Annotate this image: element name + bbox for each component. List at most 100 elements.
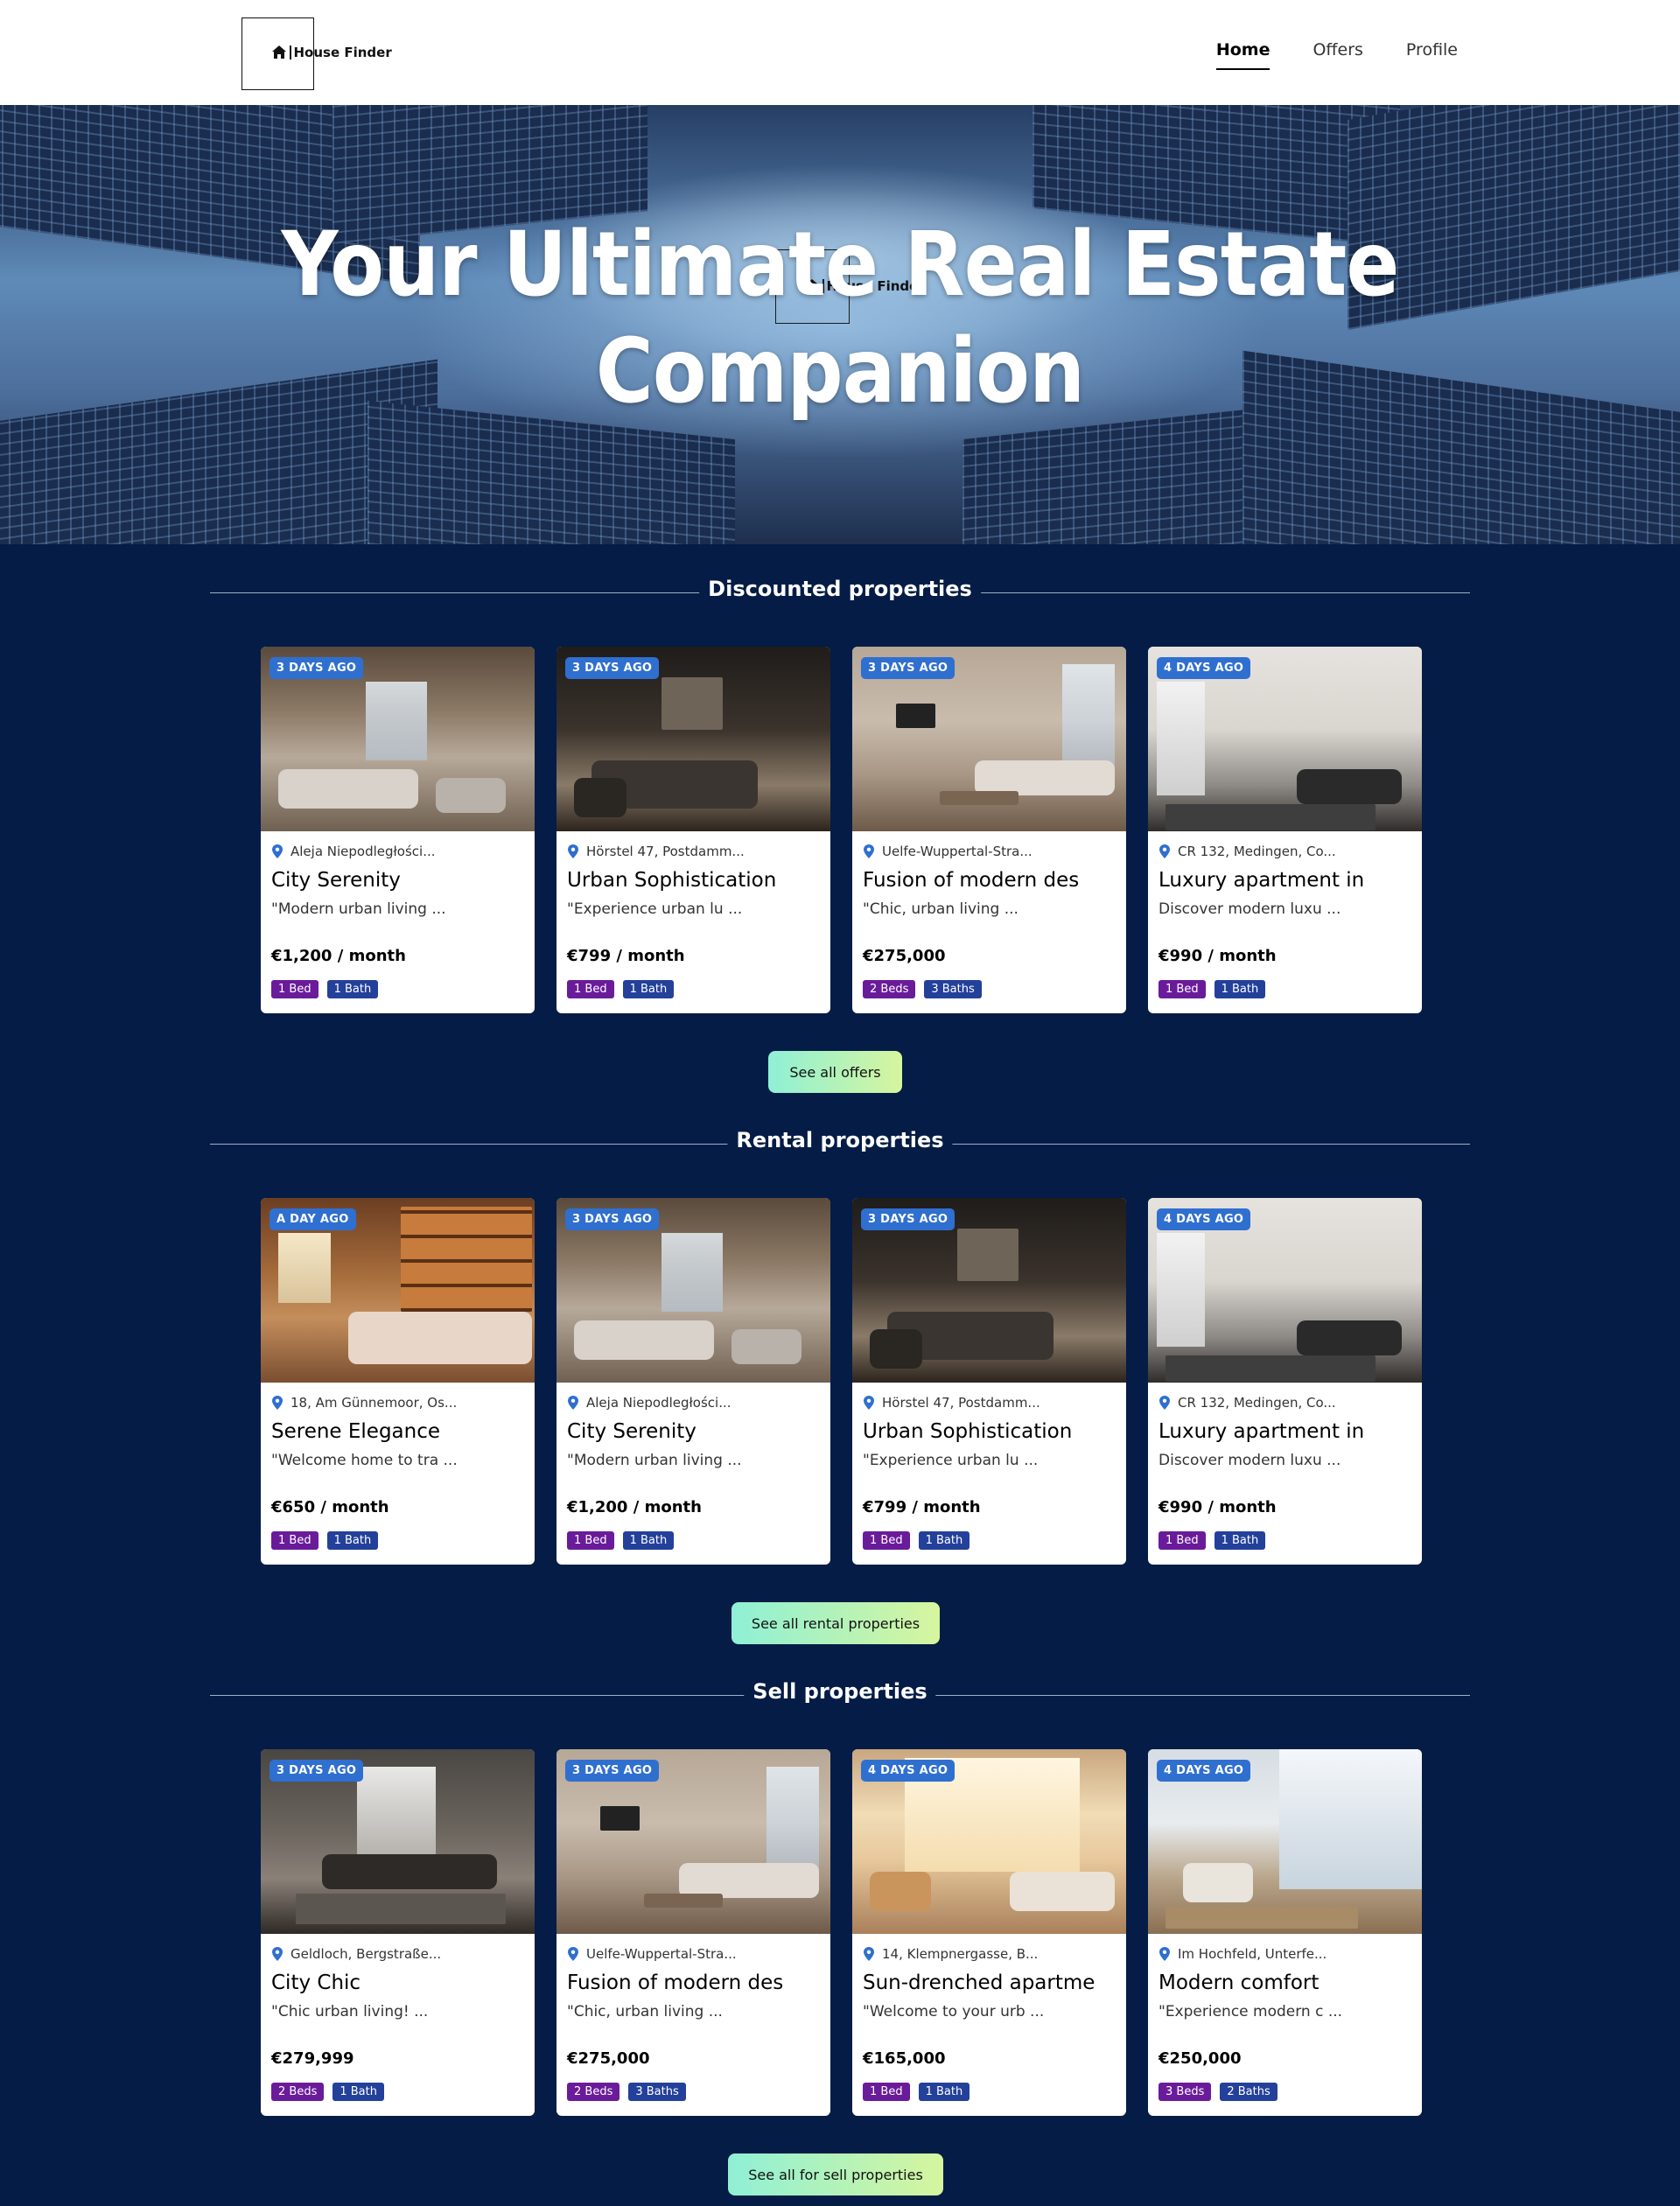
property-image[interactable]: 4 DAYS AGO <box>1148 647 1422 831</box>
property-name[interactable]: City Chic <box>271 1971 360 1994</box>
window <box>662 1233 723 1312</box>
location-text: Uelfe-Wuppertal-Stra... <box>882 844 1032 859</box>
rug <box>1166 1907 1358 1929</box>
window <box>366 682 427 760</box>
beds-tag: 2 Beds <box>863 980 916 998</box>
sofa <box>1297 769 1402 804</box>
see-all-button[interactable]: See all offers <box>768 1051 902 1093</box>
property-card-list: 3 DAYS AGO Geldloch, Bergstraße... City Ch… <box>261 1749 1422 2116</box>
property-card[interactable]: 4 DAYS AGO Im Hochfeld, Unterfe... Modern … <box>1148 1749 1422 2116</box>
property-name[interactable]: Luxury apartment in <box>1158 869 1364 892</box>
nav-offers[interactable]: Offers <box>1312 40 1362 70</box>
chair <box>870 1329 922 1369</box>
beds-tag: 1 Bed <box>271 980 318 998</box>
property-name[interactable]: Urban Sophistication <box>863 1420 1072 1443</box>
property-card[interactable]: 4 DAYS AGO CR 132, Medingen, Co... Luxury … <box>1148 1198 1422 1565</box>
bed <box>278 769 418 809</box>
property-image[interactable]: 3 DAYS AGO <box>852 647 1126 831</box>
posted-badge: 3 DAYS AGO <box>565 1208 660 1230</box>
window <box>1279 1749 1422 1889</box>
baths-tag: 1 Bath <box>326 980 379 998</box>
property-image[interactable]: 3 DAYS AGO <box>261 1749 535 1934</box>
beds-tag: 1 Bed <box>567 1531 614 1550</box>
property-image[interactable]: 3 DAYS AGO <box>556 647 830 831</box>
property-price: €250,000 <box>1158 2049 1242 2068</box>
property-image[interactable]: 3 DAYS AGO <box>261 647 535 831</box>
window <box>278 1233 331 1303</box>
property-name[interactable]: Urban Sophistication <box>567 869 776 892</box>
property-card[interactable]: 4 DAYS AGO CR 132, Medingen, Co... Luxury … <box>1148 647 1422 1013</box>
posted-badge: 3 DAYS AGO <box>270 657 364 679</box>
baths-tag: 3 Baths <box>628 2083 686 2101</box>
property-card[interactable]: 3 DAYS AGO Uelfe-Wuppertal-Stra... Fusion … <box>852 647 1126 1013</box>
property-tags: 2 Beds 3 Baths <box>863 980 982 998</box>
property-location: 18, Am Günnemoor, Os... <box>271 1395 457 1411</box>
location-text: Geldloch, Bergstraße... <box>290 1946 442 1962</box>
property-price: €799 / month <box>863 1498 981 1516</box>
property-card[interactable]: 3 DAYS AGO Hörstel 47, Postdamm... Urban S… <box>556 647 830 1013</box>
property-image[interactable]: 4 DAYS AGO <box>1148 1749 1422 1934</box>
rug <box>1166 1355 1376 1382</box>
location-text: 18, Am Günnemoor, Os... <box>290 1395 458 1411</box>
posted-badge: 4 DAYS AGO <box>1157 657 1251 679</box>
see-all-button[interactable]: See all for sell properties <box>728 2153 943 2195</box>
location-pin-icon <box>1159 844 1170 858</box>
posted-badge: 3 DAYS AGO <box>861 1208 956 1230</box>
main-nav: Home Offers Profile <box>1215 40 1458 70</box>
property-card[interactable]: 3 DAYS AGO Uelfe-Wuppertal-Stra... Fusion … <box>556 1749 830 2116</box>
property-image[interactable]: 3 DAYS AGO <box>556 1749 830 1934</box>
property-name[interactable]: Fusion of modern des <box>567 1971 783 1994</box>
posted-badge: 4 DAYS AGO <box>1157 1208 1251 1230</box>
baths-tag: 1 Bath <box>918 1531 970 1550</box>
tv <box>896 704 935 728</box>
nav-home[interactable]: Home <box>1215 40 1270 70</box>
property-name[interactable]: Fusion of modern des <box>863 869 1079 892</box>
location-pin-icon <box>1159 1947 1170 1961</box>
logo[interactable]: House Finder <box>270 44 392 61</box>
baths-tag: 1 Bath <box>622 980 675 998</box>
location-text: Im Hochfeld, Unterfe... <box>1178 1946 1327 1962</box>
rug <box>1166 804 1376 830</box>
property-image[interactable]: 4 DAYS AGO <box>1148 1198 1422 1383</box>
sofa <box>1297 1320 1402 1355</box>
shelf <box>401 1207 532 1312</box>
window <box>1062 664 1115 769</box>
beds-tag: 1 Bed <box>567 980 614 998</box>
property-card[interactable]: 3 DAYS AGO Hörstel 47, Postdamm... Urban S… <box>852 1198 1126 1565</box>
property-image[interactable]: 4 DAYS AGO <box>852 1749 1126 1934</box>
property-card[interactable]: A DAY AGO 18, Am Günnemoor, Os... Serene E… <box>261 1198 535 1565</box>
sofa <box>348 1312 532 1364</box>
property-card[interactable]: 3 DAYS AGO Aleja Niepodległości... City Se… <box>556 1198 830 1565</box>
posted-badge: 4 DAYS AGO <box>861 1760 956 1782</box>
property-image[interactable]: 3 DAYS AGO <box>556 1198 830 1383</box>
property-name[interactable]: Luxury apartment in <box>1158 1420 1364 1443</box>
sofa <box>1010 1872 1115 1911</box>
property-name[interactable]: Sun-drenched apartme <box>863 1971 1095 1994</box>
property-description: "Experience modern c ... <box>1158 2003 1343 2020</box>
property-name[interactable]: City Serenity <box>271 869 401 892</box>
property-tags: 1 Bed 1 Bath <box>271 1531 379 1550</box>
property-price: €1,200 / month <box>271 947 406 965</box>
property-location: 14, Klempnergasse, B... <box>863 1946 1038 1962</box>
property-name[interactable]: Serene Elegance <box>271 1420 440 1443</box>
property-location: Uelfe-Wuppertal-Stra... <box>567 1946 737 1962</box>
nav-profile[interactable]: Profile <box>1406 40 1458 70</box>
location-pin-icon <box>568 1947 578 1961</box>
sofa <box>975 760 1115 795</box>
location-pin-icon <box>272 1396 283 1410</box>
property-card[interactable]: 3 DAYS AGO Aleja Niepodległości... City Se… <box>261 647 535 1013</box>
property-name[interactable]: City Serenity <box>567 1420 696 1443</box>
see-all-button[interactable]: See all rental properties <box>732 1602 940 1644</box>
baths-tag: 1 Bath <box>326 1531 379 1550</box>
wall-art <box>662 677 723 730</box>
section-title: Discounted properties <box>699 577 981 601</box>
property-location: Aleja Niepodległości... <box>567 1395 732 1411</box>
property-name[interactable]: Modern comfort <box>1158 1971 1319 1994</box>
baths-tag: 1 Bath <box>622 1531 675 1550</box>
property-card[interactable]: 3 DAYS AGO Geldloch, Bergstraße... City Ch… <box>261 1749 535 2116</box>
property-card[interactable]: 4 DAYS AGO 14, Klempnergasse, B... Sun-dre… <box>852 1749 1126 2116</box>
baths-tag: 1 Bath <box>918 2083 970 2101</box>
property-description: "Experience urban lu ... <box>863 1452 1039 1469</box>
property-image[interactable]: A DAY AGO <box>261 1198 535 1383</box>
property-image[interactable]: 3 DAYS AGO <box>852 1198 1126 1383</box>
